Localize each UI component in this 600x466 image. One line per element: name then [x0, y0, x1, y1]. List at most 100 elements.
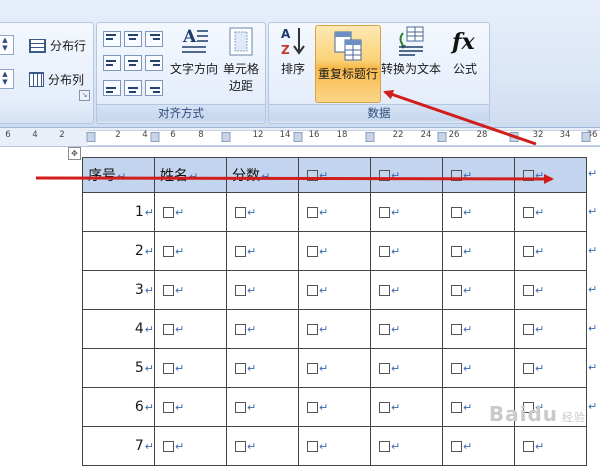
- align-top-left-button[interactable]: [103, 31, 121, 47]
- table-cell[interactable]: ↵: [154, 426, 227, 466]
- align-middle-left-button[interactable]: [103, 55, 121, 71]
- table-cell[interactable]: ↵: [442, 192, 515, 232]
- table-row[interactable]: 5↵ ↵ ↵ ↵ ↵ ↵ ↵: [82, 348, 587, 388]
- table-cell[interactable]: ↵: [226, 231, 299, 271]
- table-cell[interactable]: ↵: [442, 231, 515, 271]
- table-cell[interactable]: ↵: [298, 309, 371, 349]
- column-marker[interactable]: [437, 132, 447, 142]
- table-cell[interactable]: ↵: [370, 426, 443, 466]
- row-number-cell[interactable]: 6↵: [82, 387, 155, 427]
- column-marker[interactable]: [509, 132, 519, 142]
- table-cell[interactable]: ↵: [226, 348, 299, 388]
- row-number-cell[interactable]: 3↵: [82, 270, 155, 310]
- row-number-cell[interactable]: 4↵: [82, 309, 155, 349]
- distribute-rows-button[interactable]: 分布行: [29, 37, 86, 54]
- table-cell[interactable]: ↵: [154, 270, 227, 310]
- column-marker[interactable]: [365, 132, 375, 142]
- table-cell[interactable]: ↵: [154, 309, 227, 349]
- table-cell[interactable]: ↵: [154, 192, 227, 232]
- column-marker[interactable]: [86, 132, 96, 142]
- row-height-spinner[interactable]: ▲ ▼: [0, 35, 14, 55]
- horizontal-ruler[interactable]: 6 4 2 2 4 6 8 12 14 16 18 22 24 26 28 32…: [0, 128, 600, 147]
- row-number-cell[interactable]: 5↵: [82, 348, 155, 388]
- align-middle-right-button[interactable]: [145, 55, 163, 71]
- table-move-handle-icon[interactable]: ✥: [68, 147, 81, 160]
- cell-end-mark: ↵: [144, 284, 154, 297]
- cell-size-launcher[interactable]: ↘: [79, 90, 90, 101]
- table-row[interactable]: 7↵ ↵ ↵ ↵ ↵ ↵ ↵: [82, 426, 587, 466]
- table-row[interactable]: 4↵ ↵ ↵ ↵ ↵ ↵ ↵: [82, 309, 587, 349]
- table-cell[interactable]: ↵: [370, 387, 443, 427]
- table-cell[interactable]: ↵: [370, 309, 443, 349]
- table-cell[interactable]: ↵: [298, 192, 371, 232]
- table-cell[interactable]: ↵: [370, 348, 443, 388]
- align-bottom-center-button[interactable]: [124, 80, 142, 96]
- table-cell[interactable]: ↵: [442, 309, 515, 349]
- row-number-cell[interactable]: 7↵: [82, 426, 155, 466]
- align-top-right-button[interactable]: [145, 31, 163, 47]
- header-cell[interactable]: 分数↵: [226, 157, 299, 193]
- column-marker[interactable]: [581, 132, 591, 142]
- table-cell[interactable]: ↵: [514, 309, 587, 349]
- table-cell[interactable]: ↵: [514, 426, 587, 466]
- table-cell[interactable]: ↵: [442, 270, 515, 310]
- header-cell[interactable]: ↵: [514, 157, 587, 193]
- table-cell[interactable]: ↵: [226, 270, 299, 310]
- col-width-spinner[interactable]: ▲ ▼: [0, 69, 14, 89]
- table-cell[interactable]: ↵: [226, 387, 299, 427]
- table-cell[interactable]: ↵: [154, 348, 227, 388]
- align-middle-center-button[interactable]: [124, 55, 142, 71]
- document-area[interactable]: ✥ 序号↵ 姓名↵ 分数↵ ↵ ↵ ↵ ↵ 1↵ ↵ ↵ ↵ ↵ ↵ ↵ 2↵ …: [0, 147, 600, 466]
- column-marker[interactable]: [221, 132, 231, 142]
- table-cell[interactable]: ↵: [226, 309, 299, 349]
- table-cell[interactable]: ↵: [370, 231, 443, 271]
- formula-button[interactable]: fx 公式: [445, 25, 485, 77]
- align-top-center-button[interactable]: [124, 31, 142, 47]
- header-cell[interactable]: 序号↵: [82, 157, 155, 193]
- column-marker[interactable]: [293, 132, 303, 142]
- distribute-cols-button[interactable]: 分布列: [29, 71, 84, 88]
- table-cell[interactable]: ↵: [442, 348, 515, 388]
- table-cell[interactable]: ↵: [298, 387, 371, 427]
- cell-end-mark: ↵: [463, 401, 473, 414]
- table-cell[interactable]: ↵: [226, 426, 299, 466]
- text-direction-button[interactable]: A 文字方向: [169, 25, 219, 77]
- convert-to-text-button[interactable]: 转换为文本: [379, 25, 443, 77]
- table-cell[interactable]: ↵: [298, 348, 371, 388]
- table-cell[interactable]: ↵: [514, 348, 587, 388]
- row-number-cell[interactable]: 2↵: [82, 231, 155, 271]
- column-marker[interactable]: [150, 132, 160, 142]
- cell-end-mark: ↵: [319, 362, 329, 375]
- align-bottom-right-button[interactable]: [145, 80, 163, 96]
- table-cell[interactable]: ↵: [370, 192, 443, 232]
- empty-cell-marker: [163, 206, 174, 218]
- row-number-cell[interactable]: 1↵: [82, 192, 155, 232]
- header-cell[interactable]: ↵: [298, 157, 371, 193]
- table-cell[interactable]: ↵: [514, 270, 587, 310]
- row-number: 4: [134, 321, 144, 337]
- header-cell[interactable]: 姓名↵: [154, 157, 227, 193]
- table-cell[interactable]: ↵: [298, 426, 371, 466]
- table-row[interactable]: 1↵ ↵ ↵ ↵ ↵ ↵ ↵: [82, 192, 587, 232]
- table-cell[interactable]: ↵: [370, 270, 443, 310]
- table-cell[interactable]: ↵: [298, 270, 371, 310]
- align-bottom-left-button[interactable]: [103, 80, 121, 96]
- repeat-header-rows-button[interactable]: 重复标题行: [315, 25, 381, 103]
- header-cell[interactable]: ↵: [370, 157, 443, 193]
- table-cell[interactable]: ↵: [514, 231, 587, 271]
- cell-margins-button[interactable]: 单元格 边距: [221, 25, 261, 94]
- table-cell[interactable]: ↵: [154, 387, 227, 427]
- empty-cell-marker: [523, 362, 534, 374]
- table-cell[interactable]: ↵: [442, 426, 515, 466]
- sort-button[interactable]: A Z 排序: [275, 25, 311, 77]
- table-header-row[interactable]: 序号↵ 姓名↵ 分数↵ ↵ ↵ ↵ ↵: [82, 157, 587, 193]
- cell-end-mark: ↵: [175, 284, 185, 297]
- table-cell[interactable]: ↵: [154, 231, 227, 271]
- table-cell[interactable]: ↵: [514, 192, 587, 232]
- ruler-tick: 34: [559, 130, 571, 140]
- table-row[interactable]: 2↵ ↵ ↵ ↵ ↵ ↵ ↵: [82, 231, 587, 271]
- table-cell[interactable]: ↵: [226, 192, 299, 232]
- header-cell[interactable]: ↵: [442, 157, 515, 193]
- table-row[interactable]: 3↵ ↵ ↵ ↵ ↵ ↵ ↵: [82, 270, 587, 310]
- table-cell[interactable]: ↵: [298, 231, 371, 271]
